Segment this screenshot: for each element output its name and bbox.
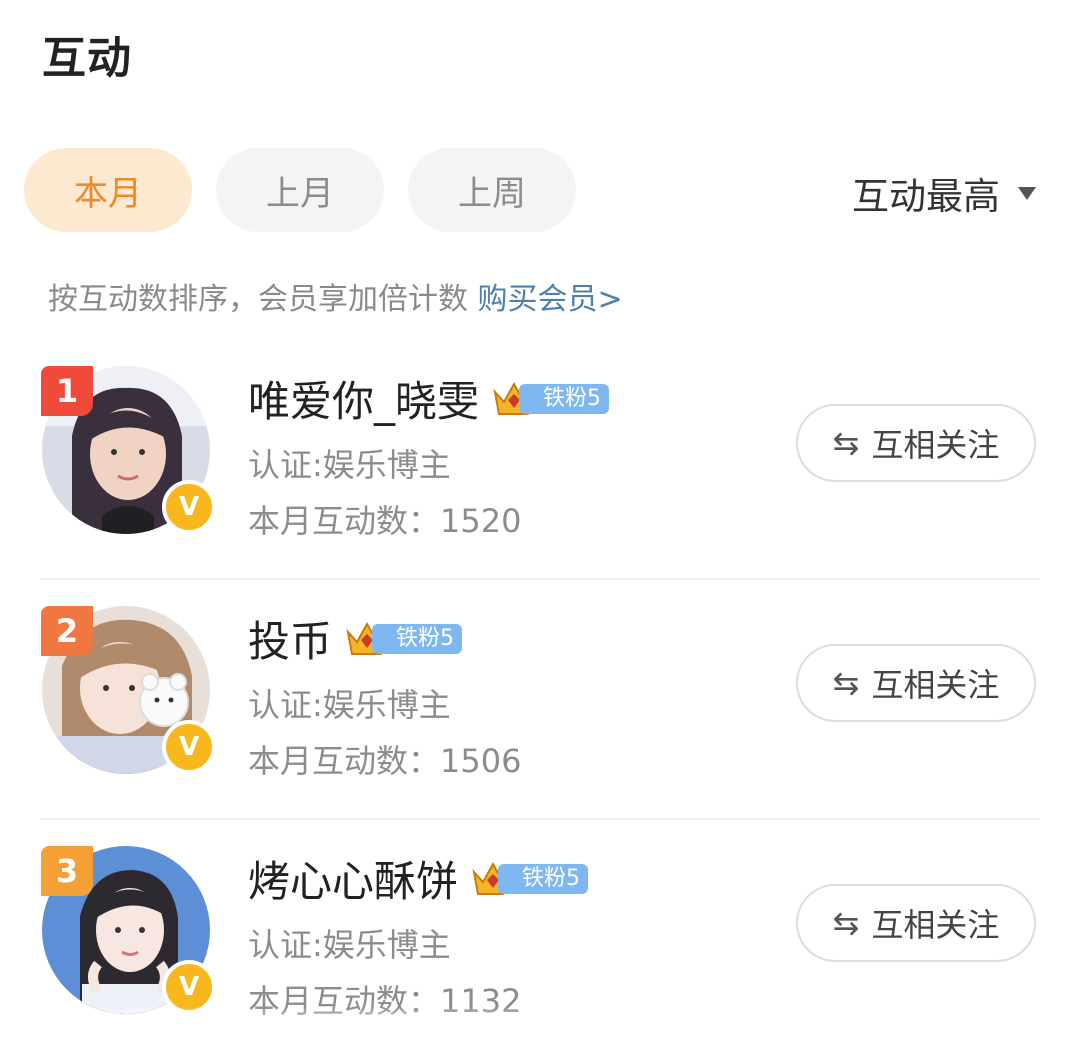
follow-label: 互相关注 xyxy=(871,906,1000,944)
fan-badge: 3 铁粉5 xyxy=(470,858,589,900)
rank-badge: 1 xyxy=(41,366,93,416)
verified-icon: V xyxy=(162,480,216,534)
verified-icon: V xyxy=(162,720,216,774)
user-name[interactable]: 投币 xyxy=(248,608,332,669)
fan-badge: 4 铁粉5 xyxy=(491,378,610,420)
hint-text: 按互动数排序，会员享加倍计数 xyxy=(48,282,478,317)
fan-tag: 铁粉5 xyxy=(519,383,610,414)
interaction-count: 本月互动数：1520 xyxy=(248,502,522,540)
sort-label: 互动最高 xyxy=(852,175,1000,218)
fan-tag: 铁粉5 xyxy=(372,623,463,654)
list-item[interactable]: 1 V 唯爱你_晓雯 4 铁粉5 认证:娱乐博主 本月互动数：1520 ⇆ 互相… xyxy=(0,340,1080,580)
sort-dropdown[interactable]: 互动最高 xyxy=(852,166,1036,220)
interaction-count: 本月互动数：1506 xyxy=(248,742,522,780)
tab-this-month[interactable]: 本月 xyxy=(24,148,192,232)
certification: 认证:娱乐博主 xyxy=(248,926,451,964)
page-title: 互动 xyxy=(42,33,132,84)
user-name[interactable]: 唯爱你_晓雯 xyxy=(248,368,479,429)
mutual-follow-icon: ⇆ xyxy=(832,424,860,462)
mutual-follow-icon: ⇆ xyxy=(832,904,860,942)
mutual-follow-button[interactable]: ⇆ 互相关注 xyxy=(796,884,1036,962)
follow-label: 互相关注 xyxy=(871,426,1000,464)
list-item[interactable]: 2 V 投币 4 铁粉5 认证:娱乐博主 本月互动数：1506 ⇆ 互相关注 xyxy=(0,580,1080,820)
tab-last-week[interactable]: 上周 xyxy=(408,148,576,232)
ranking-hint: 按互动数排序，会员享加倍计数 购买会员> xyxy=(48,274,623,318)
tab-last-month[interactable]: 上月 xyxy=(216,148,384,232)
mutual-follow-button[interactable]: ⇆ 互相关注 xyxy=(796,404,1036,482)
caret-down-icon xyxy=(1018,186,1036,200)
certification: 认证:娱乐博主 xyxy=(248,446,451,484)
mutual-follow-icon: ⇆ xyxy=(832,664,860,702)
rank-badge: 3 xyxy=(41,846,93,896)
fan-tag: 铁粉5 xyxy=(498,863,589,894)
rank-badge: 2 xyxy=(41,606,93,656)
certification: 认证:娱乐博主 xyxy=(248,686,451,724)
fan-badge: 4 铁粉5 xyxy=(344,618,463,660)
follow-label: 互相关注 xyxy=(871,666,1000,704)
bottom-fade xyxy=(0,1006,1080,1032)
user-name[interactable]: 烤心心酥饼 xyxy=(248,848,458,909)
mutual-follow-button[interactable]: ⇆ 互相关注 xyxy=(796,644,1036,722)
buy-membership-link[interactable]: 购买会员> xyxy=(478,282,623,317)
period-tabs: 本月 上月 上周 xyxy=(24,148,576,232)
